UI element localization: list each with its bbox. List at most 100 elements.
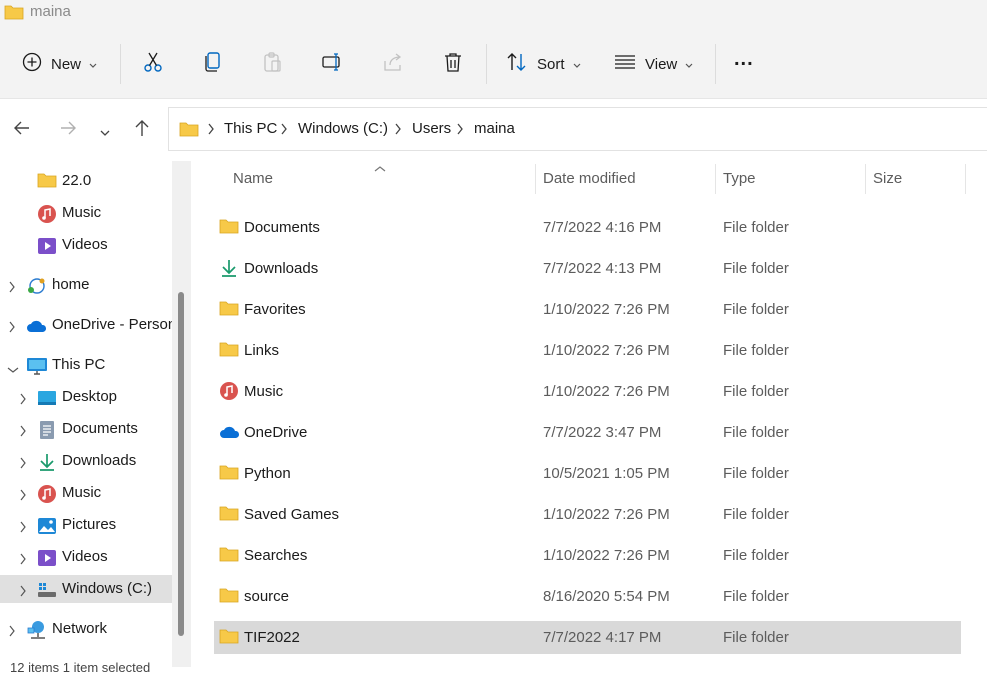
file-date-modified: 7/7/2022 4:17 PM <box>543 629 662 646</box>
chevron-right-icon[interactable] <box>19 456 27 473</box>
file-type: File folder <box>723 547 789 564</box>
copy-button[interactable] <box>202 46 224 82</box>
column-header-size[interactable]: Size <box>873 170 902 187</box>
chevron-right-icon[interactable] <box>8 624 16 641</box>
column-header-name[interactable]: Name <box>233 170 273 187</box>
chevron-right-icon[interactable] <box>19 488 27 505</box>
table-row[interactable]: Links 1/10/2022 7:26 PM File folder <box>214 334 961 367</box>
file-date-modified: 7/7/2022 4:13 PM <box>543 260 662 277</box>
view-button[interactable]: View <box>614 46 693 82</box>
address-bar[interactable]: This PC Windows (C:) Users maina <box>168 107 987 151</box>
table-row[interactable]: source 8/16/2020 5:54 PM File folder <box>214 580 961 613</box>
column-header-date-modified[interactable]: Date modified <box>543 170 636 187</box>
chevron-right-icon[interactable] <box>19 424 27 441</box>
folder-icon <box>219 218 239 239</box>
this-pc-icon <box>26 356 48 380</box>
file-date-modified: 1/10/2022 7:26 PM <box>543 547 670 564</box>
sidebar-item-documents[interactable]: Documents <box>0 415 172 443</box>
cut-button[interactable] <box>142 46 164 82</box>
column-divider[interactable] <box>715 164 716 194</box>
sidebar-item-pictures[interactable]: Pictures <box>0 511 172 539</box>
file-date-modified: 1/10/2022 7:26 PM <box>543 342 670 359</box>
breadcrumb-windows-c[interactable]: Windows (C:) <box>298 120 388 137</box>
new-button[interactable]: New <box>22 46 97 82</box>
sidebar-item-music[interactable]: Music <box>0 199 172 227</box>
plus-circle-icon <box>22 52 42 76</box>
file-name: Saved Games <box>244 506 340 523</box>
folder-icon <box>219 341 239 362</box>
back-arrow-icon[interactable] <box>12 118 32 143</box>
file-type: File folder <box>723 342 789 359</box>
table-row[interactable]: Documents 7/7/2022 4:16 PM File folder <box>214 211 961 244</box>
folder-icon <box>219 628 239 649</box>
breadcrumb-users[interactable]: Users <box>412 120 451 137</box>
chevron-right-icon <box>456 122 464 140</box>
scissors-icon <box>142 51 164 77</box>
toolbar-divider <box>715 44 716 84</box>
sidebar-item-label: home <box>52 276 90 293</box>
forward-arrow-icon[interactable] <box>58 118 78 143</box>
sidebar-item-music[interactable]: Music <box>0 479 172 507</box>
chevron-down-icon[interactable] <box>7 361 19 378</box>
recent-locations-chevron-icon[interactable] <box>100 124 110 142</box>
sidebar-item-label: Videos <box>62 548 108 565</box>
table-row[interactable]: Python 10/5/2021 1:05 PM File folder <box>214 457 961 490</box>
chevron-right-icon[interactable] <box>8 320 16 337</box>
table-row[interactable]: Downloads 7/7/2022 4:13 PM File folder <box>214 252 961 285</box>
sidebar-item-home[interactable]: home <box>0 271 172 299</box>
column-divider[interactable] <box>535 164 536 194</box>
chevron-right-icon[interactable] <box>19 552 27 569</box>
sidebar-item-network[interactable]: Network <box>0 615 172 643</box>
chevron-right-icon[interactable] <box>19 392 27 409</box>
file-date-modified: 1/10/2022 7:26 PM <box>543 506 670 523</box>
table-row[interactable]: TIF2022 7/7/2022 4:17 PM File folder <box>214 621 961 654</box>
sidebar-item-windows-c[interactable]: Windows (C:) <box>0 575 172 603</box>
column-header-type[interactable]: Type <box>723 170 756 187</box>
breadcrumb-this-pc[interactable]: This PC <box>224 120 277 137</box>
folder-icon <box>179 121 199 142</box>
sidebar-item-label: Pictures <box>62 516 117 533</box>
column-divider[interactable] <box>965 164 966 194</box>
sidebar-item-label: OneDrive - Person <box>52 316 177 333</box>
sidebar-item-videos[interactable]: Videos <box>0 231 172 259</box>
up-arrow-icon[interactable] <box>132 118 152 143</box>
chevron-right-icon[interactable] <box>8 280 16 297</box>
chevron-right-icon[interactable] <box>19 584 27 601</box>
sidebar-scrollbar-thumb[interactable] <box>178 292 184 636</box>
rename-button[interactable] <box>322 46 344 82</box>
desktop-icon <box>37 388 57 412</box>
table-row[interactable]: Saved Games 1/10/2022 7:26 PM File folde… <box>214 498 961 531</box>
table-row[interactable]: Searches 1/10/2022 7:26 PM File folder <box>214 539 961 572</box>
rename-icon <box>322 51 344 77</box>
more-options-button[interactable]: ... <box>734 46 754 82</box>
file-name: Downloads <box>244 260 319 277</box>
view-list-icon <box>614 54 636 74</box>
sidebar-item-onedrive[interactable]: OneDrive - Person <box>0 311 176 339</box>
sidebar-item-downloads[interactable]: Downloads <box>0 447 172 475</box>
breadcrumb-maina[interactable]: maina <box>474 120 515 137</box>
copy-icon <box>202 51 224 77</box>
documents-icon <box>37 420 57 444</box>
delete-button[interactable] <box>442 46 464 82</box>
videos-icon <box>37 236 57 260</box>
sidebar-item-this-pc[interactable]: This PC <box>0 351 172 379</box>
file-name: Python <box>244 465 291 482</box>
sort-button[interactable]: Sort <box>506 46 581 82</box>
share-button[interactable] <box>382 46 404 82</box>
column-divider[interactable] <box>865 164 866 194</box>
chevron-right-icon <box>394 122 402 140</box>
sidebar-item-22-0[interactable]: 22.0 <box>0 167 172 195</box>
status-bar-text: 12 items 1 item selected <box>10 660 151 675</box>
sidebar-item-videos[interactable]: Videos <box>0 543 172 571</box>
sidebar-item-label: Desktop <box>62 388 118 405</box>
view-button-label: View <box>645 55 678 73</box>
table-row[interactable]: Favorites 1/10/2022 7:26 PM File folder <box>214 293 961 326</box>
paste-button[interactable] <box>262 46 284 82</box>
file-type: File folder <box>723 588 789 605</box>
file-name: Music <box>244 383 284 400</box>
chevron-right-icon[interactable] <box>19 520 27 537</box>
sidebar-item-desktop[interactable]: Desktop <box>0 383 172 411</box>
toolbar-divider <box>120 44 121 84</box>
table-row[interactable]: Music 1/10/2022 7:26 PM File folder <box>214 375 961 408</box>
table-row[interactable]: OneDrive 7/7/2022 3:47 PM File folder <box>214 416 961 449</box>
